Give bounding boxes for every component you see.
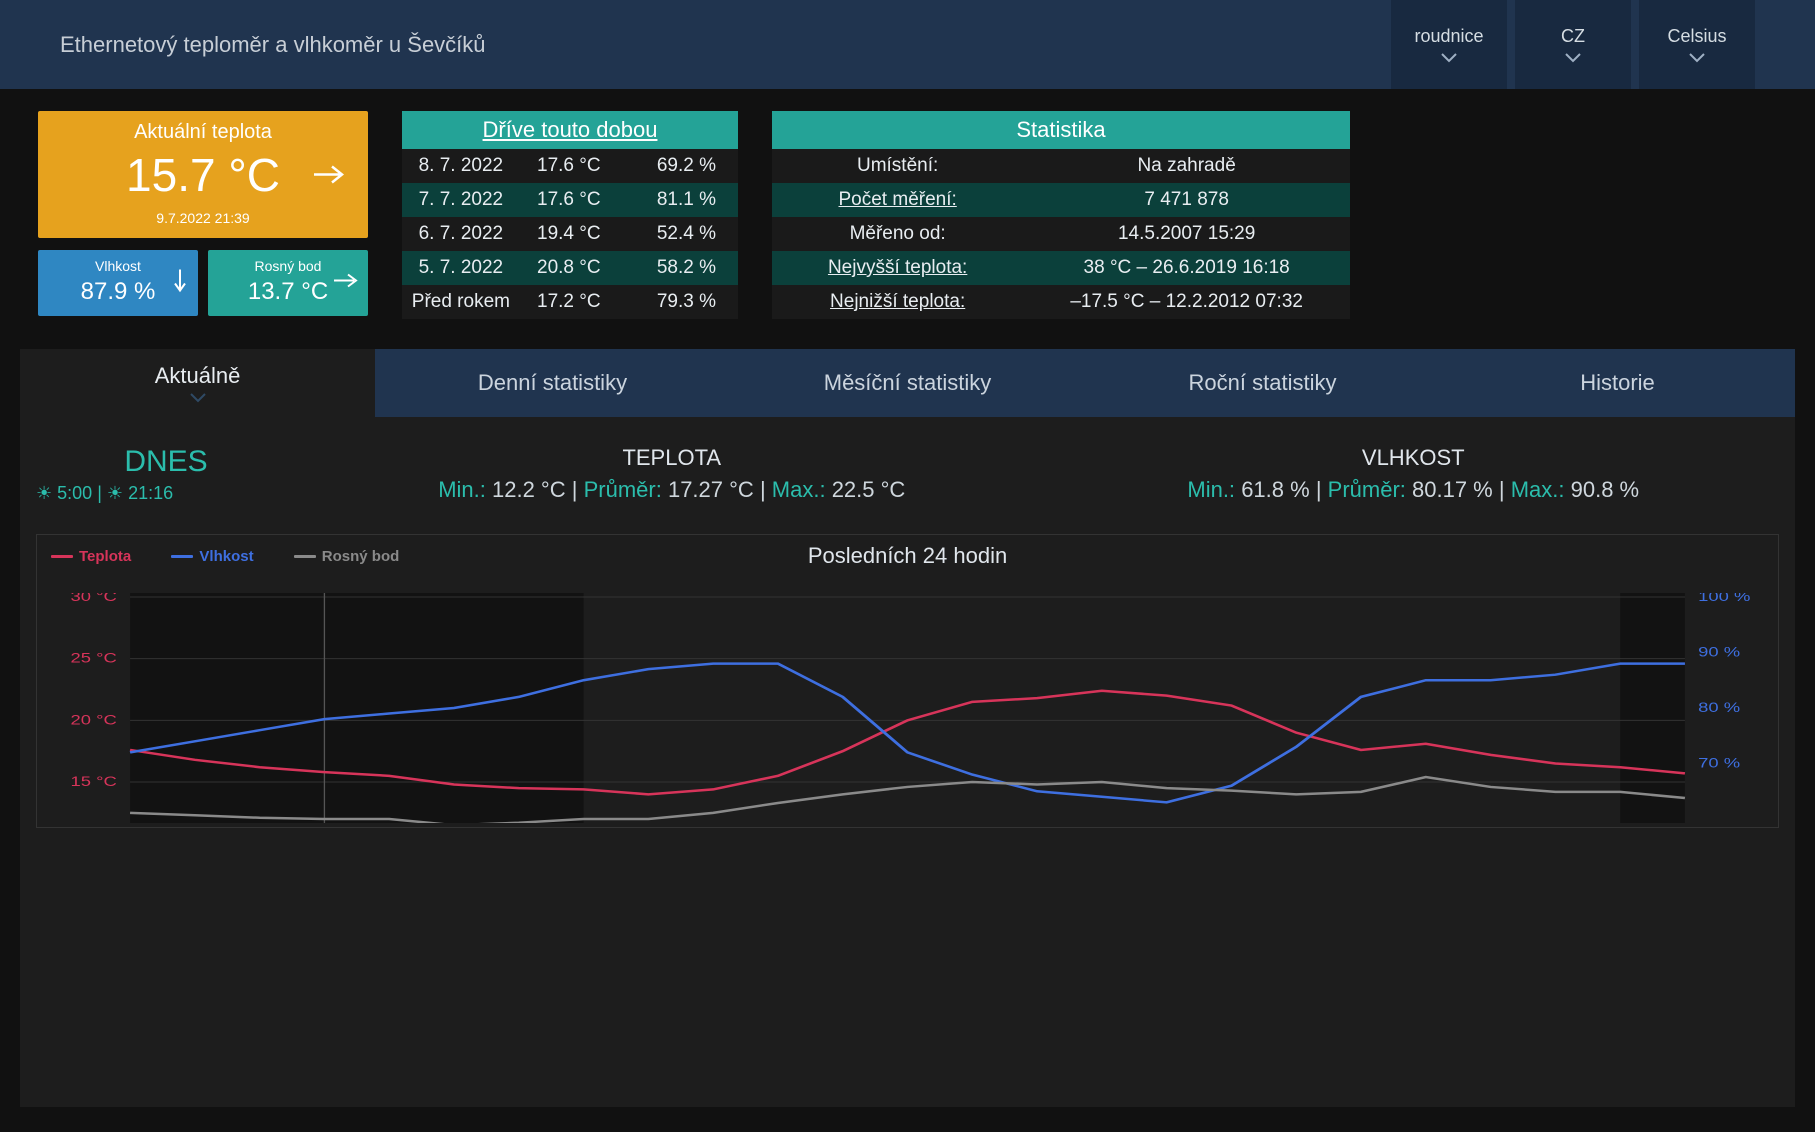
- sunset-icon: ☀: [107, 483, 123, 503]
- chart-title: Posledních 24 hodin: [808, 543, 1007, 569]
- history-row[interactable]: 8. 7. 202217.6 °C69.2 %: [402, 149, 738, 183]
- legend-temp[interactable]: Teplota: [51, 548, 149, 565]
- location-dropdown-label: roudnice: [1414, 26, 1483, 47]
- tab-label: Denní statistiky: [478, 370, 627, 396]
- page-title: Ethernetový teploměr a vlhkoměr u Ševčík…: [60, 32, 486, 58]
- chevron-down-icon: [1565, 53, 1581, 63]
- hum-summary: VLHKOST Min.: 61.8 % | Průměr: 80.17 % |…: [1048, 445, 1780, 503]
- location-dropdown[interactable]: roudnice: [1391, 0, 1507, 89]
- tab-aktualne[interactable]: Aktuálně: [20, 349, 375, 417]
- tab-denni[interactable]: Denní statistiky: [375, 349, 730, 417]
- history-row[interactable]: 7. 7. 202217.6 °C81.1 %: [402, 183, 738, 217]
- tab-label: Měsíční statistiky: [824, 370, 991, 396]
- stats-table: Statistika Umístění:Na zahraděPočet měře…: [772, 111, 1350, 319]
- svg-text:20 °C: 20 °C: [71, 712, 118, 727]
- history-table: Dříve touto dobou 8. 7. 202217.6 °C69.2 …: [402, 111, 738, 319]
- current-temp-card[interactable]: Aktuální teplota 15.7 °C 9.7.2022 21:39: [38, 111, 368, 238]
- temp-summary: TEPLOTA Min.: 12.2 °C | Průměr: 17.27 °C…: [306, 445, 1038, 503]
- tab-label: Aktuálně: [155, 363, 241, 389]
- temp-summary-title: TEPLOTA: [306, 445, 1038, 471]
- header-bar: Ethernetový teploměr a vlhkoměr u Ševčík…: [0, 0, 1815, 89]
- language-dropdown[interactable]: CZ: [1515, 0, 1631, 89]
- svg-text:30 °C: 30 °C: [71, 593, 118, 604]
- tabs: Aktuálně Denní statistiky Měsíční statis…: [20, 349, 1795, 417]
- history-table-header[interactable]: Dříve touto dobou: [402, 111, 738, 149]
- tab-rocni[interactable]: Roční statistiky: [1085, 349, 1440, 417]
- hum-summary-line: Min.: 61.8 % | Průměr: 80.17 % | Max.: 9…: [1048, 477, 1780, 503]
- humidity-card[interactable]: Vlhkost 87.9 %: [38, 250, 198, 316]
- dewpoint-card[interactable]: Rosný bod 13.7 °C: [208, 250, 368, 316]
- language-dropdown-label: CZ: [1561, 26, 1585, 47]
- stats-row: Umístění:Na zahradě: [772, 149, 1350, 183]
- svg-text:100 %: 100 %: [1698, 593, 1750, 604]
- legend-dew[interactable]: Rosný bod: [294, 548, 418, 565]
- hum-summary-title: VLHKOST: [1048, 445, 1780, 471]
- stats-row[interactable]: Počet měření:7 471 878: [772, 183, 1350, 217]
- panel-content: DNES ☀ 5:00 | ☀ 21:16 TEPLOTA Min.: 12.2…: [20, 417, 1795, 1107]
- unit-dropdown[interactable]: Celsius: [1639, 0, 1755, 89]
- stats-row: Měřeno od:14.5.2007 15:29: [772, 217, 1350, 251]
- unit-dropdown-label: Celsius: [1667, 26, 1726, 47]
- chart-last24h: Teplota Vlhkost Rosný bod Posledních 24 …: [36, 534, 1779, 828]
- temp-summary-line: Min.: 12.2 °C | Průměr: 17.27 °C | Max.:…: [306, 477, 1038, 503]
- chevron-down-icon: [1689, 53, 1705, 63]
- sunrise-time: 5:00: [57, 483, 92, 503]
- sunrise-icon: ☀: [36, 483, 52, 503]
- sun-times: ☀ 5:00 | ☀ 21:16: [36, 483, 296, 504]
- svg-text:15 °C: 15 °C: [71, 774, 118, 789]
- history-row[interactable]: Před rokem17.2 °C79.3 %: [402, 285, 738, 319]
- trend-arrow-right-icon: [332, 272, 358, 295]
- stats-table-header[interactable]: Statistika: [772, 111, 1350, 149]
- top-section: Aktuální teplota 15.7 °C 9.7.2022 21:39 …: [0, 89, 1815, 331]
- trend-arrow-down-icon: [172, 268, 188, 299]
- chevron-down-icon: [1441, 53, 1457, 63]
- trend-arrow-right-icon: [312, 163, 346, 192]
- svg-text:25 °C: 25 °C: [71, 651, 118, 666]
- current-temp-timestamp: 9.7.2022 21:39: [38, 210, 368, 226]
- svg-text:90 %: 90 %: [1698, 645, 1740, 660]
- tab-historie[interactable]: Historie: [1440, 349, 1795, 417]
- svg-text:80 %: 80 %: [1698, 700, 1740, 715]
- stats-row[interactable]: Nejnižší teplota:–17.5 °C – 12.2.2012 07…: [772, 285, 1350, 319]
- svg-text:70 %: 70 %: [1698, 756, 1740, 771]
- chevron-down-icon: [190, 393, 206, 403]
- legend-hum[interactable]: Vlhkost: [171, 548, 271, 565]
- chart-svg: 30 °C 25 °C 20 °C 15 °C 100 % 90 % 80 % 70 %: [51, 593, 1764, 823]
- tab-label: Historie: [1580, 370, 1655, 396]
- tab-mesicni[interactable]: Měsíční statistiky: [730, 349, 1085, 417]
- tab-label: Roční statistiky: [1189, 370, 1337, 396]
- current-temp-label: Aktuální teplota: [38, 121, 368, 144]
- history-row[interactable]: 5. 7. 202220.8 °C58.2 %: [402, 251, 738, 285]
- sunset-time: 21:16: [128, 483, 173, 503]
- history-row[interactable]: 6. 7. 202219.4 °C52.4 %: [402, 217, 738, 251]
- chart-legend: Teplota Vlhkost Rosný bod: [51, 545, 435, 565]
- stats-row[interactable]: Nejvyšší teplota:38 °C – 26.6.2019 16:18: [772, 251, 1350, 285]
- today-label: DNES: [36, 445, 296, 479]
